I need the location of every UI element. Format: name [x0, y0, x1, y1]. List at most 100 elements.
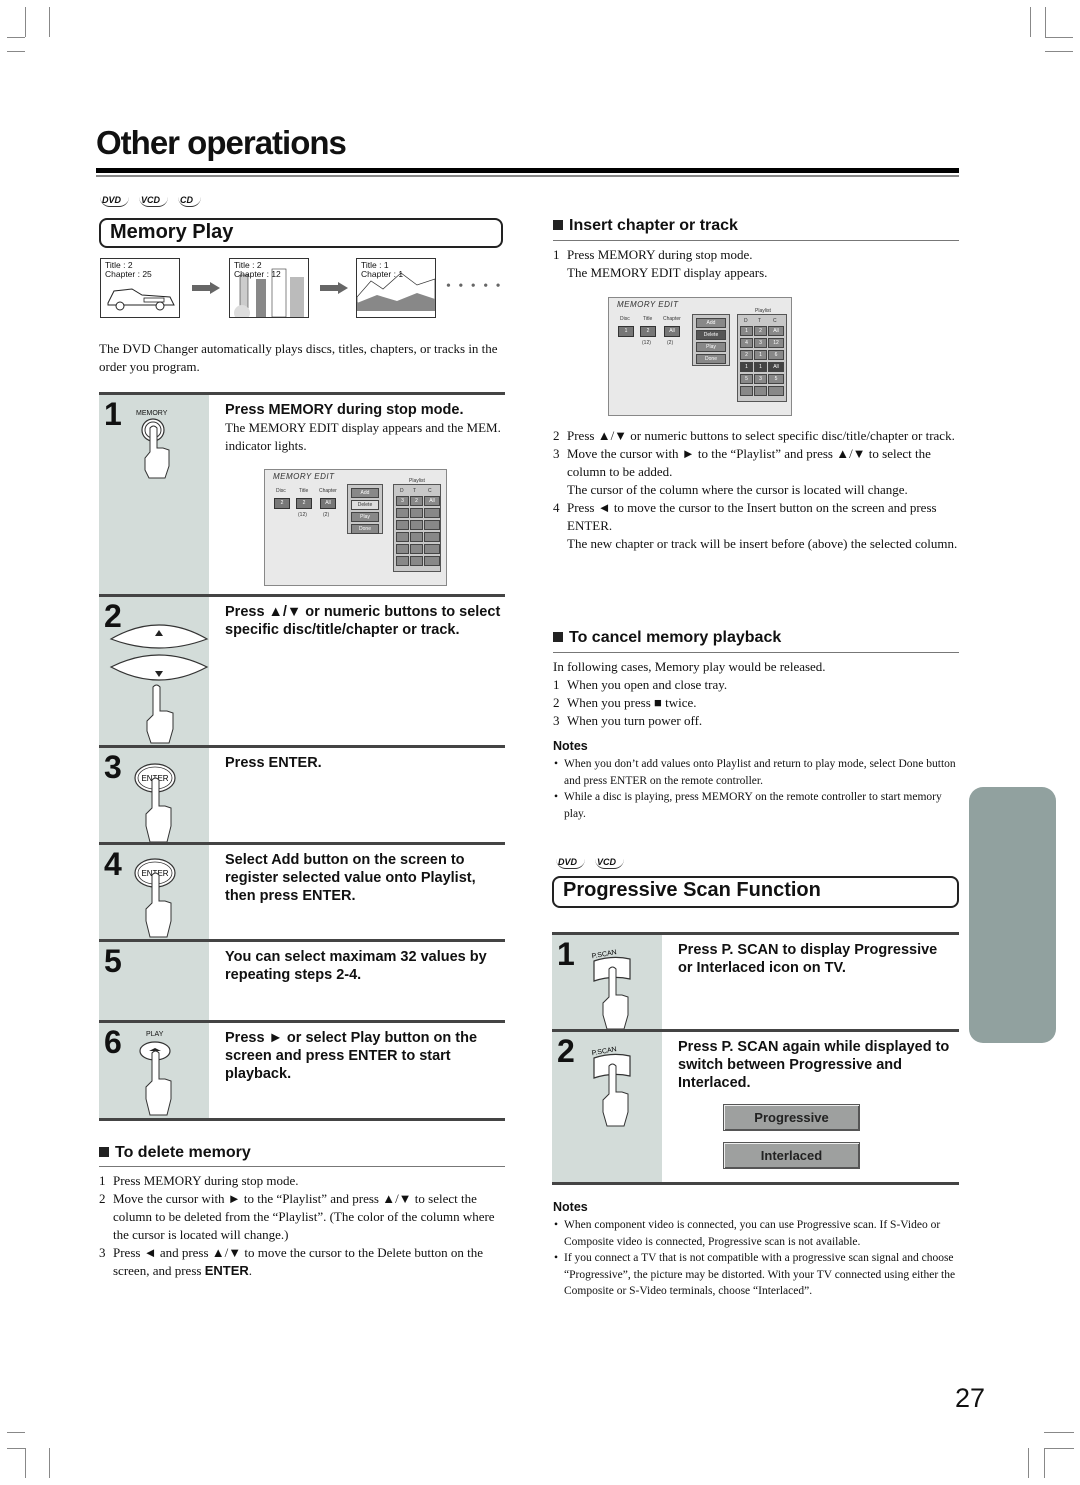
step-instruction: Press MEMORY during stop mode. — [225, 402, 464, 418]
playlist-cell[interactable]: 1 — [740, 326, 753, 336]
step-3: 3 ENTER Press ENTER. — [99, 745, 505, 844]
up-down-buttons-with-hand-icon[interactable] — [109, 617, 209, 745]
chapter-count: (2) — [323, 512, 330, 518]
playlist-cell[interactable] — [768, 386, 784, 396]
playlist-cell[interactable]: 3 — [754, 374, 767, 384]
playlist-cell[interactable] — [396, 508, 409, 518]
playlist-cell[interactable] — [396, 556, 409, 566]
title-value: 2 — [296, 498, 312, 509]
playlist-table: D T C 3 2 All — [393, 484, 441, 572]
vcd-logo: VCD — [595, 857, 625, 869]
list-item: 4 Press ◄ to move the cursor to the Inser… — [553, 499, 963, 553]
list-item: 2 Move the cursor with ► to the “Playlist… — [99, 1190, 509, 1244]
playlist-cell[interactable]: 1 — [754, 362, 767, 372]
note-item: If you connect a TV that is not compatib… — [553, 1250, 963, 1300]
playlist-cell[interactable] — [410, 532, 423, 542]
hand-pressing-enter-button-icon[interactable]: ENTER — [133, 855, 183, 943]
delete-button[interactable]: Delete — [696, 330, 726, 340]
thumbnail-chapter: Chapter : 25 — [105, 269, 152, 279]
notes-heading: Notes — [553, 1200, 588, 1214]
cancel-memory-cases: 1 When you open and close tray. 2 When you… — [553, 676, 963, 730]
playlist-cell[interactable] — [410, 556, 423, 566]
memory-button-label: MEMORY — [136, 410, 168, 417]
add-button[interactable]: Add — [696, 318, 726, 328]
title-count: (12) — [642, 340, 651, 346]
memory-play-heading: Memory Play — [99, 218, 503, 248]
playlist-cell[interactable]: 2 — [754, 326, 767, 336]
playlist-cell[interactable]: 5 — [768, 374, 784, 384]
item-text: Move the cursor with ► to the “Playlist”… — [113, 1191, 495, 1242]
page-number: 27 — [955, 1383, 986, 1413]
insert-chapter-steps: 2 Press ▲/▼ or numeric buttons to select … — [553, 427, 963, 553]
column-header: D — [400, 488, 404, 494]
playlist-cell[interactable] — [424, 532, 440, 542]
chapter-value: All — [664, 326, 680, 337]
crop-mark — [49, 7, 50, 37]
crop-mark — [1044, 1432, 1074, 1433]
playlist-cell[interactable]: All — [768, 362, 784, 372]
title-rule-thin — [96, 175, 959, 177]
playlist-cell[interactable]: 3 — [754, 338, 767, 348]
memory-edit-buttons: Add Delete Play Done — [347, 484, 383, 534]
hand-pressing-enter-button-icon[interactable]: ENTER — [133, 758, 183, 846]
item-number: 1 — [99, 1173, 106, 1188]
done-button[interactable]: Done — [351, 524, 379, 534]
chapter-value: All — [320, 498, 336, 509]
playlist-cell[interactable] — [424, 520, 440, 530]
playlist-cell[interactable]: 12 — [768, 338, 784, 348]
playlist-cell[interactable]: 2 — [740, 350, 753, 360]
step-number: 1 — [557, 936, 575, 972]
playlist-cell[interactable]: All — [768, 326, 784, 336]
playlist-cell[interactable]: All — [424, 496, 440, 506]
hand-pressing-memory-button-icon[interactable] — [135, 418, 179, 482]
step-1: 1 MEMORY Press MEMORY during stop mode. … — [99, 392, 505, 596]
crop-mark — [1045, 51, 1073, 52]
playlist-cell[interactable] — [740, 386, 753, 396]
playlist-cell[interactable] — [396, 544, 409, 554]
hand-pressing-play-button-icon[interactable] — [137, 1039, 181, 1119]
heading-text: To delete memory — [115, 1144, 251, 1161]
playlist-cell[interactable]: 2 — [410, 496, 423, 506]
play-button[interactable]: Play — [696, 342, 726, 352]
item-number: 3 — [553, 446, 560, 461]
item-text: When you open and close tray. — [567, 677, 728, 692]
disc-compatibility-logos: DVD VCD — [556, 857, 625, 869]
playlist-cell[interactable] — [754, 386, 767, 396]
delete-memory-heading: To delete memory — [99, 1144, 505, 1167]
step-6: 6 PLAY Press ► or select Play button on … — [99, 1020, 505, 1121]
note-item: While a disc is playing, press MEMORY on… — [553, 789, 963, 822]
delete-button[interactable]: Delete — [351, 500, 379, 510]
add-button[interactable]: Add — [351, 488, 379, 498]
playlist-cell[interactable]: 1 — [754, 350, 767, 360]
progressive-notes: When component video is connected, you c… — [553, 1217, 963, 1300]
list-item: 2 When you press ■ twice. — [553, 694, 963, 712]
play-button[interactable]: Play — [351, 512, 379, 522]
playlist-cell[interactable]: 4 — [740, 338, 753, 348]
playlist-cell[interactable] — [410, 544, 423, 554]
playlist-cell[interactable]: 5 — [740, 374, 753, 384]
playlist-cell[interactable] — [410, 508, 423, 518]
playlist-cell[interactable] — [424, 508, 440, 518]
list-item: 3 Move the cursor with ► to the “Playlist… — [553, 445, 963, 499]
hand-pressing-pscan-button-icon[interactable]: P.SCAN — [590, 1044, 640, 1128]
playlist-cell[interactable]: 1 — [740, 362, 753, 372]
progressive-osd-icon: Progressive — [723, 1104, 860, 1131]
playlist-cell[interactable]: 3 — [396, 496, 409, 506]
step-instruction: Press ENTER. — [225, 755, 322, 771]
playlist-cell[interactable] — [424, 544, 440, 554]
playlist-cell[interactable] — [410, 520, 423, 530]
playlist-cell[interactable] — [396, 520, 409, 530]
hand-pressing-pscan-button-icon[interactable]: P.SCAN — [590, 947, 640, 1031]
step-detail: The MEMORY EDIT display appears and the … — [225, 420, 501, 453]
crop-mark — [1030, 7, 1031, 37]
playlist-cell[interactable] — [424, 556, 440, 566]
chapter-label: Chapter — [319, 488, 337, 494]
crop-mark — [1028, 1448, 1029, 1478]
done-button[interactable]: Done — [696, 354, 726, 364]
playlist-cell[interactable] — [396, 532, 409, 542]
title-count: (12) — [298, 512, 307, 518]
playlist-cell[interactable]: 6 — [768, 350, 784, 360]
crop-mark — [49, 1448, 50, 1478]
item-number: 1 — [553, 677, 560, 692]
memory-play-intro: The DVD Changer automatically plays disc… — [99, 341, 498, 374]
